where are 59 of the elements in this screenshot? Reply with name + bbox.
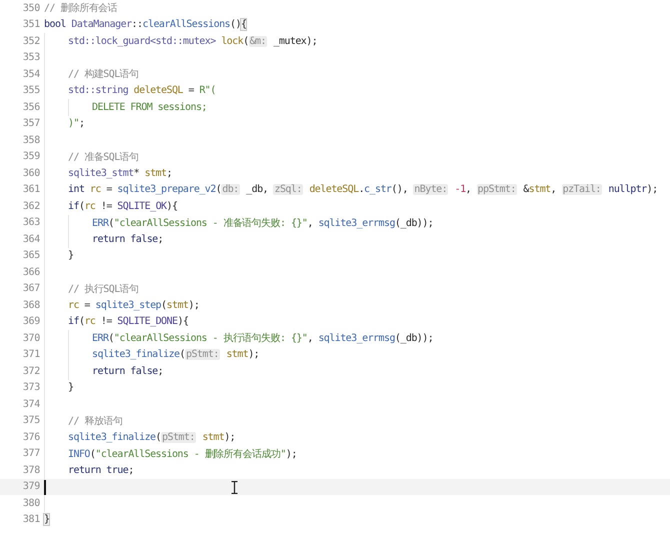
line-number: 367 <box>22 283 40 294</box>
code-line: return false; <box>92 366 164 377</box>
line-number: 365 <box>22 250 40 262</box>
line-number: 373 <box>22 382 40 394</box>
code-line: return true; <box>68 464 134 476</box>
line-number: 366 <box>22 266 40 278</box>
code-line: if(rc != SQLITE_DONE){ <box>68 316 188 328</box>
line-number: 380 <box>22 498 40 509</box>
code-line: bool DataManager::clearAllSessions(){ <box>44 19 246 30</box>
code-line: DELETE FROM sessions; <box>92 102 207 113</box>
line-number: 376 <box>22 432 40 443</box>
code-line: int rc = sqlite3_prepare_v2(db: _db, zSql: deleteSQL.c_str(), nByte: -1, ppStmt: &stmt, pzTail: nullptr); <box>68 184 658 196</box>
code-line: // 执行SQL语句 <box>68 282 139 296</box>
line-number: 359 <box>22 151 40 162</box>
code-line: std::string deleteSQL = R"( <box>68 85 216 96</box>
line-number: 369 <box>22 316 40 328</box>
line-number: 355 <box>22 85 40 96</box>
code-line: INFO("clearAllSessions - 删除所有会话成功"); <box>68 448 297 461</box>
line-number: 350 <box>22 2 40 14</box>
line-number: 368 <box>22 300 40 311</box>
line-number: 381 <box>22 514 40 526</box>
code-line: // 构建SQL语句 <box>68 68 139 82</box>
line-number: 378 <box>22 464 40 476</box>
line-number: 363 <box>22 217 40 228</box>
line-number: 357 <box>22 118 40 130</box>
text-caret <box>44 480 46 494</box>
line-number: 354 <box>22 68 40 80</box>
text-cursor-icon <box>231 480 238 494</box>
code-line: // 准备SQL语句 <box>68 150 139 164</box>
line-number: 375 <box>22 415 40 426</box>
code-line: ERR("clearAllSessions - 执行语句失败: {}", sqlite3_errmsg(_db)); <box>92 332 434 346</box>
line-number: 364 <box>22 234 40 245</box>
code-line: if(rc != SQLITE_OK){ <box>68 200 178 212</box>
code-line: return false; <box>92 234 164 245</box>
line-number: 374 <box>22 398 40 410</box>
line-number: 352 <box>22 36 40 47</box>
line-number: 379 <box>22 481 40 492</box>
code-line: } <box>68 382 74 394</box>
line-number: 372 <box>22 366 40 377</box>
code-line: sqlite3_stmt* stmt; <box>68 168 172 179</box>
code-line: sqlite3_finalize(pStmt: stmt); <box>92 349 260 360</box>
line-number: 360 <box>22 168 40 179</box>
code-line: // 删除所有会话 <box>44 2 118 16</box>
code-line: } <box>68 250 74 262</box>
code-line: std::lock_guard<std::mutex> lock(&m: _mutex); <box>68 36 318 47</box>
line-number: 351 <box>22 19 40 30</box>
code-line: sqlite3_finalize(pStmt: stmt); <box>68 432 236 443</box>
line-number: 370 <box>22 332 40 344</box>
line-number: 371 <box>22 349 40 360</box>
line-number: 356 <box>22 102 40 113</box>
line-number: 358 <box>22 134 40 146</box>
line-number: 377 <box>22 448 40 460</box>
line-number: 353 <box>22 52 40 64</box>
line-number: 362 <box>22 200 40 212</box>
code-line: )"; <box>68 118 84 130</box>
code-line: rc = sqlite3_step(stmt); <box>68 300 200 311</box>
code-line: // 释放语句 <box>68 414 122 428</box>
code-line: ERR("clearAllSessions - 准备语句失败: {}", sqlite3_errmsg(_db)); <box>92 216 434 230</box>
line-number: 361 <box>22 184 40 196</box>
